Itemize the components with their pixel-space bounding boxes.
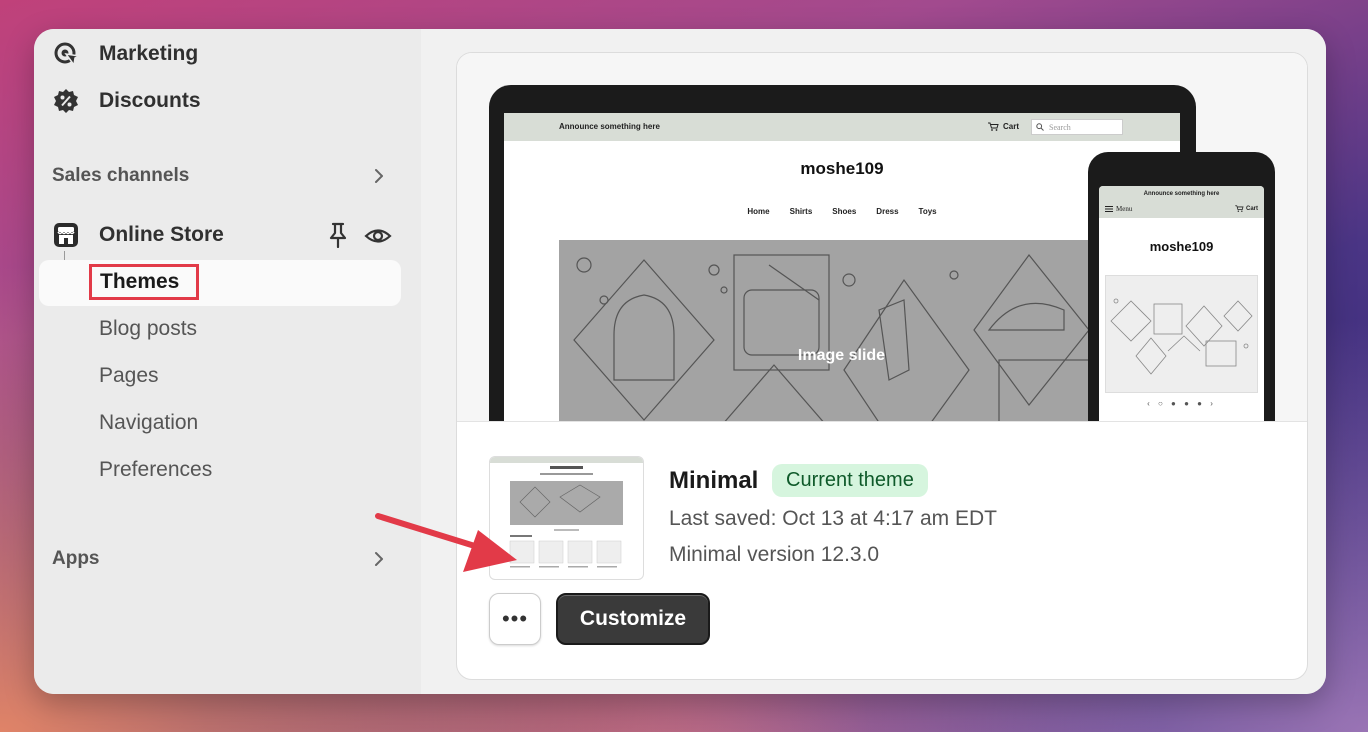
announcement-bar: Announce something here Cart Search	[504, 113, 1180, 141]
search-icon	[1036, 123, 1044, 131]
preview-search-box: Search	[1031, 119, 1123, 135]
theme-version: Minimal version 12.3.0	[669, 543, 880, 566]
sales-channels-heading[interactable]: Sales channels	[52, 165, 189, 187]
sidebar-item-label: Themes	[100, 270, 180, 293]
search-placeholder: Search	[1049, 122, 1071, 132]
mobile-image-slide	[1105, 275, 1258, 393]
cart-icon	[1235, 205, 1244, 212]
pin-icon[interactable]	[326, 222, 350, 253]
apps-heading[interactable]: Apps	[52, 548, 100, 570]
eye-icon[interactable]	[364, 224, 392, 253]
mobile-store-title: moshe109	[1149, 239, 1214, 254]
store-nav-item: Home	[747, 207, 770, 216]
sidebar: Marketing Discounts Sales channels Onlin…	[34, 29, 421, 694]
sidebar-item-label: Marketing	[99, 42, 199, 65]
sidebar-item-pages[interactable]: Pages	[99, 364, 159, 388]
sidebar-item-blog-posts[interactable]: Blog posts	[99, 317, 197, 341]
marketing-target-icon	[52, 40, 80, 68]
sidebar-item-discounts[interactable]: Discounts	[52, 87, 201, 115]
theme-last-saved: Last saved: Oct 13 at 4:17 am EDT	[669, 507, 997, 530]
slide-illustration	[573, 254, 1111, 421]
mobile-slide-illustration	[1110, 298, 1253, 375]
mobile-preview-screen: Announce something here Menu Cart moshe1…	[1099, 186, 1264, 421]
theme-thumbnail[interactable]	[489, 456, 644, 580]
mobile-announcement-bar: Announce something here Menu Cart	[1099, 186, 1264, 218]
theme-name: Minimal	[669, 467, 759, 494]
current-theme-badge: Current theme	[772, 464, 928, 497]
hamburger-icon	[1105, 206, 1113, 212]
app-window: Marketing Discounts Sales channels Onlin…	[34, 29, 1326, 694]
theme-preview[interactable]: Announce something here Cart Search mosh…	[457, 53, 1307, 422]
chevron-right-icon[interactable]	[371, 551, 387, 567]
sidebar-item-navigation[interactable]: Navigation	[99, 411, 198, 435]
mobile-preview-frame: Announce something here Menu Cart moshe1…	[1088, 152, 1275, 421]
announcement-text: Announce something here	[559, 122, 660, 131]
store-nav-item: Dress	[876, 207, 899, 216]
mobile-menu: Menu	[1105, 205, 1132, 213]
store-title: moshe109	[800, 159, 884, 178]
sidebar-item-online-store[interactable]: Online Store	[52, 221, 224, 249]
theme-card: Announce something here Cart Search mosh…	[456, 52, 1308, 680]
store-nav: Home Shirts Shoes Dress Toys	[504, 207, 1180, 216]
storefront-icon	[52, 221, 80, 249]
slide-caption: Image slide	[797, 347, 886, 364]
image-slide: Image slide	[559, 240, 1124, 421]
store-nav-item: Shoes	[832, 207, 857, 216]
cart-icon	[988, 122, 999, 131]
store-nav-item: Shirts	[789, 207, 813, 216]
discount-badge-icon	[52, 87, 80, 115]
desktop-preview-screen: Announce something here Cart Search mosh…	[504, 113, 1180, 421]
mobile-cart: Cart	[1235, 205, 1258, 212]
cart-label: Cart	[1003, 122, 1020, 131]
more-actions-button[interactable]: •••	[489, 593, 541, 645]
theme-thumbnail-image	[490, 457, 643, 568]
customize-button[interactable]: Customize	[556, 593, 710, 645]
mobile-menu-label: Menu	[1116, 205, 1133, 213]
mobile-slide-pagination: ‹ ○ ● ● ● ›	[1147, 399, 1216, 408]
mobile-cart-label: Cart	[1245, 205, 1258, 212]
sidebar-item-preferences[interactable]: Preferences	[99, 458, 212, 482]
store-nav-item: Toys	[918, 207, 937, 216]
cart-link: Cart	[988, 122, 1019, 131]
mobile-announcement-text: Announce something here	[1143, 191, 1220, 197]
chevron-right-icon[interactable]	[371, 168, 387, 184]
sidebar-item-marketing[interactable]: Marketing	[52, 40, 198, 68]
sidebar-item-label: Discounts	[99, 89, 201, 112]
sidebar-item-label: Online Store	[99, 223, 224, 246]
main-content: Announce something here Cart Search mosh…	[421, 29, 1326, 694]
